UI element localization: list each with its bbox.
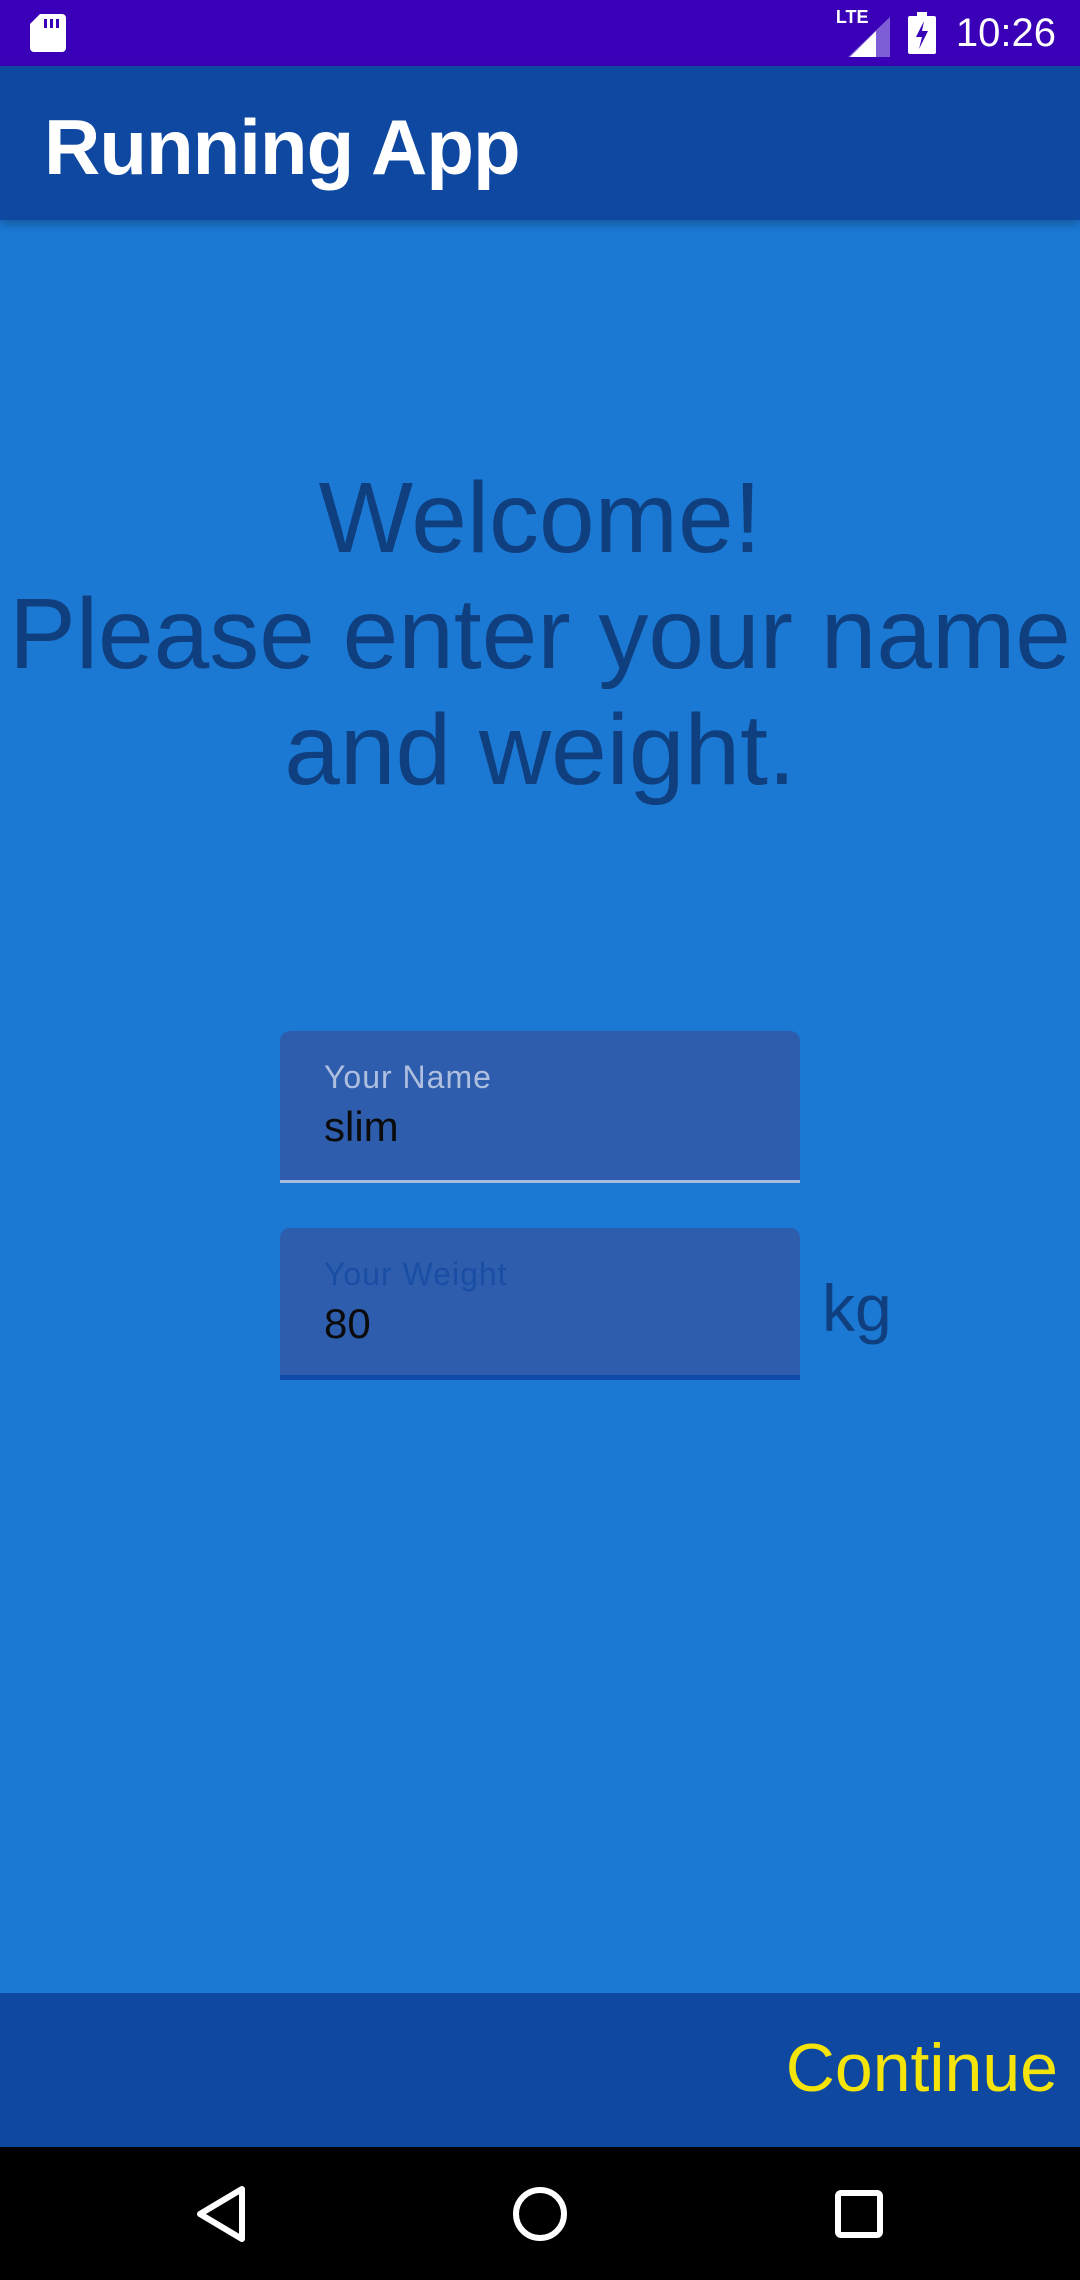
- lte-indicator: LTE: [836, 7, 890, 57]
- back-icon[interactable]: [186, 2179, 256, 2249]
- bottom-action-bar: Continue: [0, 1993, 1080, 2147]
- weight-input[interactable]: [324, 1300, 764, 1348]
- battery-charging-icon: [907, 12, 936, 54]
- status-bar: LTE 10:26: [0, 0, 1080, 66]
- clock: 10:26: [955, 10, 1056, 55]
- continue-button[interactable]: Continue: [786, 2029, 1058, 2107]
- welcome-message: Welcome! Please enter your name and weig…: [0, 460, 1080, 808]
- app-title: Running App: [44, 103, 521, 191]
- app-bar: Running App: [0, 66, 1080, 220]
- welcome-line-2: Please enter your name: [9, 578, 1071, 690]
- weight-field-label: Your Weight: [324, 1256, 508, 1292]
- recents-icon[interactable]: [824, 2179, 894, 2249]
- navigation-bar: [0, 2147, 1080, 2280]
- sd-card-icon: [30, 14, 66, 52]
- name-field[interactable]: Your Name: [280, 1031, 800, 1183]
- status-right: LTE 10:26: [836, 7, 1080, 57]
- welcome-line-3: and weight.: [284, 694, 796, 806]
- signal-icon: [847, 17, 890, 57]
- name-input[interactable]: [324, 1103, 764, 1151]
- weight-field[interactable]: Your Weight: [280, 1228, 800, 1380]
- home-icon[interactable]: [505, 2179, 575, 2249]
- status-left: [0, 14, 66, 52]
- name-field-label: Your Name: [324, 1059, 492, 1095]
- weight-unit-label: kg: [822, 1271, 892, 1345]
- welcome-line-1: Welcome!: [318, 462, 762, 574]
